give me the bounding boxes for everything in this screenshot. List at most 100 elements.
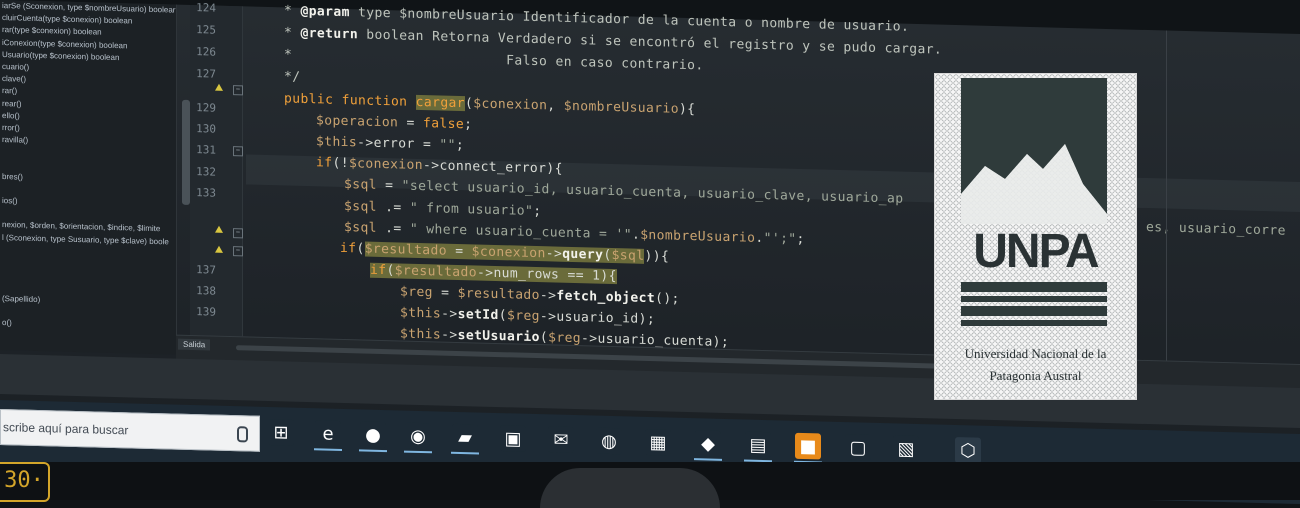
code-text: .= (376, 220, 410, 237)
app-icon-6[interactable]: ▧ (893, 435, 919, 463)
code-text: . (755, 230, 764, 246)
code-text: @return (300, 25, 359, 43)
code-variable: $sql (344, 199, 377, 215)
code-keyword: if (370, 262, 387, 279)
code-text: @param (300, 3, 350, 21)
editor-gutter: 124 125 126 127 129 130 131 132 133 137 138 139 (190, 1, 243, 337)
code-function-name: cargar (415, 94, 466, 112)
code-text: */ (284, 69, 301, 85)
running-indicator (314, 448, 342, 451)
code-text: = (432, 285, 458, 301)
code-variable: $conexion (471, 244, 546, 262)
chrome-icon[interactable]: ● (360, 421, 386, 449)
code-keyword: if (340, 240, 357, 257)
warning-icon[interactable] (215, 83, 223, 91)
code-text: ; (796, 231, 805, 248)
line-number: 130 (196, 122, 216, 136)
code-variable: $operacion (316, 113, 399, 131)
monitor-badge: 30· (0, 462, 50, 502)
line-number: 127 (196, 67, 216, 81)
code-string: "" (439, 137, 456, 153)
code-string: "';" (763, 230, 797, 247)
code-variable: $sql (611, 248, 645, 264)
warning-icon[interactable] (215, 245, 223, 253)
code-variable: $sql (344, 177, 377, 193)
code-variable: $sql (344, 220, 377, 236)
line-number: 124 (196, 1, 216, 15)
code-function-name: setId (457, 306, 499, 324)
code-variable: $nombreUsuario (563, 98, 679, 117)
task-view-icon[interactable]: ⊞ (268, 419, 294, 446)
code-text: (); (655, 291, 680, 307)
line-number (194, 207, 216, 208)
code-string: " from usuario" (409, 200, 534, 219)
code-function-name: fetch_object (556, 288, 656, 307)
code-text: ( (603, 247, 612, 264)
app-icon-3[interactable]: ▤ (745, 431, 771, 459)
app-icon-1[interactable]: ◍ (596, 427, 622, 455)
search-input[interactable]: scribe aquí para buscar (3, 420, 128, 437)
code-text: ( (386, 263, 395, 279)
running-indicator (694, 458, 722, 461)
firefox-icon[interactable]: ◉ (405, 422, 431, 450)
code-string: " where usuario_cuenta = '" (409, 221, 632, 243)
app-icon-5[interactable]: ▢ (845, 434, 871, 461)
unpa-logo: UNPA Universidad Nacional de la Patagoni… (934, 73, 1137, 400)
code-text: ; (464, 117, 473, 133)
code-keyword: false (422, 116, 465, 133)
navigator-scrollbar[interactable] (182, 99, 190, 205)
app-icon-2[interactable]: ◆ (695, 430, 721, 457)
code-function-name: query (562, 246, 604, 263)
mail-icon[interactable]: ✉ (548, 426, 574, 454)
code-text: * (284, 25, 301, 41)
fold-icon[interactable]: − (233, 228, 243, 239)
code-text: ; (533, 203, 542, 220)
code-keyword: public function (284, 91, 416, 110)
line-number: 139 (196, 305, 216, 319)
file-explorer-icon[interactable]: ▰ (452, 423, 478, 451)
code-text: )){ (644, 248, 670, 265)
fold-icon[interactable]: − (233, 146, 243, 157)
code-variable: $this (316, 134, 358, 151)
navigator-panel: iarSe (Sconexion, type $nombreUsuario) b… (0, 0, 177, 355)
line-number: 129 (196, 101, 216, 115)
code-text: (! (332, 155, 349, 172)
warning-icon[interactable] (215, 225, 223, 233)
code-text: ; (455, 137, 465, 154)
microphone-icon[interactable] (237, 426, 248, 443)
code-text: * (284, 3, 301, 19)
code-variable: $resultado (394, 263, 477, 281)
code-variable: $resultado (364, 241, 447, 259)
code-text: -> (539, 288, 557, 304)
code-text: ->usuario_id); (539, 309, 656, 328)
running-indicator (404, 450, 432, 454)
code-text: * Falso en caso contrario. (284, 47, 704, 74)
code-text: = (376, 177, 402, 194)
code-text: = (398, 115, 423, 132)
code-variable: $conexion (473, 96, 548, 114)
edge-icon[interactable]: e (315, 420, 341, 447)
store-icon[interactable]: ▣ (500, 425, 526, 452)
line-number: 125 (196, 23, 216, 37)
fold-icon[interactable]: − (233, 246, 243, 257)
code-text: ( (498, 308, 507, 324)
shield-icon[interactable]: ⬡ (955, 437, 981, 464)
line-number: 138 (196, 284, 216, 298)
code-text: ( (539, 330, 549, 346)
code-variable: $nombreUsuario (640, 227, 756, 246)
webcam (540, 468, 720, 508)
line-number (194, 89, 216, 90)
search-box[interactable]: scribe aquí para buscar (0, 409, 260, 452)
right-margin-guide (1166, 30, 1167, 401)
tab-output[interactable]: Salida (178, 338, 211, 351)
calculator-icon[interactable]: ▦ (645, 428, 671, 456)
app-icon-4[interactable]: ■ (795, 432, 821, 460)
fold-icon[interactable]: − (233, 85, 243, 96)
line-number: 131 (196, 143, 216, 157)
line-number: 137 (196, 263, 216, 277)
logo-acronym: UNPA (973, 225, 1099, 278)
logo-line-2: Patagonia Austral (989, 368, 1082, 383)
code-editor[interactable]: * @param type $nombreUsuario Identificad… (246, 3, 1300, 401)
code-text: ){ (678, 101, 696, 118)
code-text: ->num_rows == 1){ (476, 265, 617, 285)
